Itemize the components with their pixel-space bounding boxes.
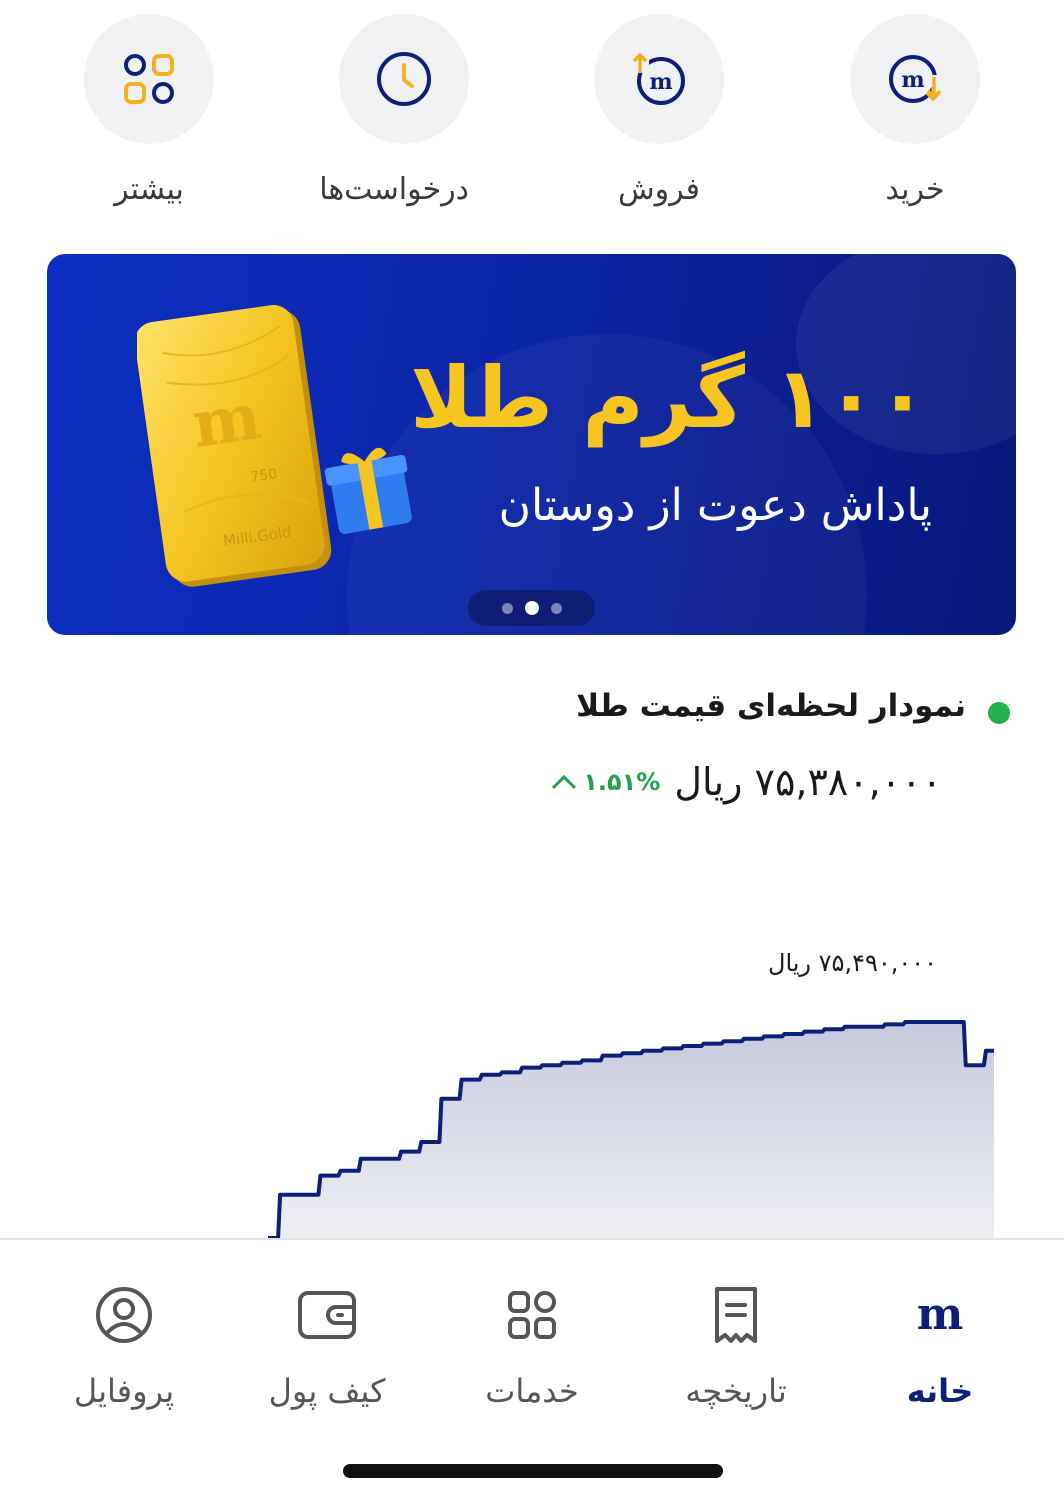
more-label: بیشتر bbox=[114, 172, 184, 207]
tab-wallet[interactable]: کیف پول bbox=[237, 1280, 417, 1410]
carousel-dot-active[interactable] bbox=[524, 601, 539, 615]
tab-services[interactable]: خدمات bbox=[442, 1280, 622, 1410]
buy-label: خرید bbox=[885, 172, 945, 207]
more-button[interactable]: بیشتر bbox=[84, 14, 214, 207]
tab-home-label: خانه bbox=[906, 1372, 974, 1410]
gold-bar-image: m 750 Milli.Gold bbox=[137, 305, 412, 587]
clock-icon bbox=[339, 14, 469, 144]
tab-history[interactable]: تاریخچه bbox=[646, 1280, 826, 1410]
svg-text:m: m bbox=[901, 67, 924, 93]
live-indicator bbox=[988, 702, 1010, 724]
sell-label: فروش bbox=[617, 172, 700, 207]
requests-label: درخواست‌ها bbox=[319, 172, 469, 207]
svg-text:m: m bbox=[917, 1295, 964, 1335]
banner-subtitle: پاداش دعوت از دوستان bbox=[498, 480, 932, 531]
price-change: ۱.۵۱% bbox=[551, 768, 660, 796]
quick-actions: m خرید m فروش درخواست‌ها bbox=[0, 0, 1064, 240]
change-percent: ۱.۵۱% bbox=[583, 768, 661, 796]
carousel-dot[interactable] bbox=[550, 602, 562, 614]
receipt-icon bbox=[646, 1280, 826, 1350]
price-row: ۷۵,۳۸۰,۰۰۰ ریال ۱.۵۱% bbox=[551, 760, 942, 804]
gift-box-icon bbox=[324, 447, 412, 534]
price-chart[interactable] bbox=[0, 940, 1064, 1240]
wallet-icon bbox=[237, 1280, 417, 1350]
requests-button[interactable]: درخواست‌ها bbox=[319, 14, 469, 207]
chart-title: نمودار لحظه‌ای قیمت طلا bbox=[576, 688, 966, 724]
svg-text:m: m bbox=[188, 379, 265, 463]
banner-title: ۱۰۰ گرم طلا bbox=[410, 349, 928, 447]
grid-more-icon bbox=[84, 14, 214, 144]
carousel-dot[interactable] bbox=[501, 602, 513, 614]
svg-text:m: m bbox=[649, 69, 672, 95]
tab-history-label: تاریخچه bbox=[685, 1372, 787, 1410]
buy-button[interactable]: m خرید bbox=[850, 14, 980, 207]
tab-profile[interactable]: پروفایل bbox=[34, 1280, 214, 1410]
home-logo-icon: m bbox=[850, 1280, 1030, 1350]
tab-profile-label: پروفایل bbox=[73, 1372, 175, 1410]
home-indicator bbox=[343, 1464, 723, 1478]
services-grid-icon bbox=[442, 1280, 622, 1350]
chevron-up-icon bbox=[552, 774, 577, 790]
bottom-tab-bar: m خانه تاریخچه خدمات کیف پول پروفایل bbox=[0, 1238, 1064, 1502]
tab-home[interactable]: m خانه bbox=[850, 1280, 1030, 1410]
buy-icon: m bbox=[850, 14, 980, 144]
carousel-indicator[interactable] bbox=[468, 590, 595, 626]
profile-icon bbox=[34, 1280, 214, 1350]
promo-banner[interactable]: m 750 Milli.Gold ۱۰۰ گرم طلا پاداش دعوت … bbox=[47, 254, 1016, 635]
tab-services-label: خدمات bbox=[485, 1372, 579, 1410]
current-price: ۷۵,۳۸۰,۰۰۰ ریال bbox=[674, 760, 942, 804]
sell-button[interactable]: m فروش bbox=[594, 14, 724, 207]
sell-icon: m bbox=[594, 14, 724, 144]
tab-wallet-label: کیف پول bbox=[268, 1372, 386, 1410]
